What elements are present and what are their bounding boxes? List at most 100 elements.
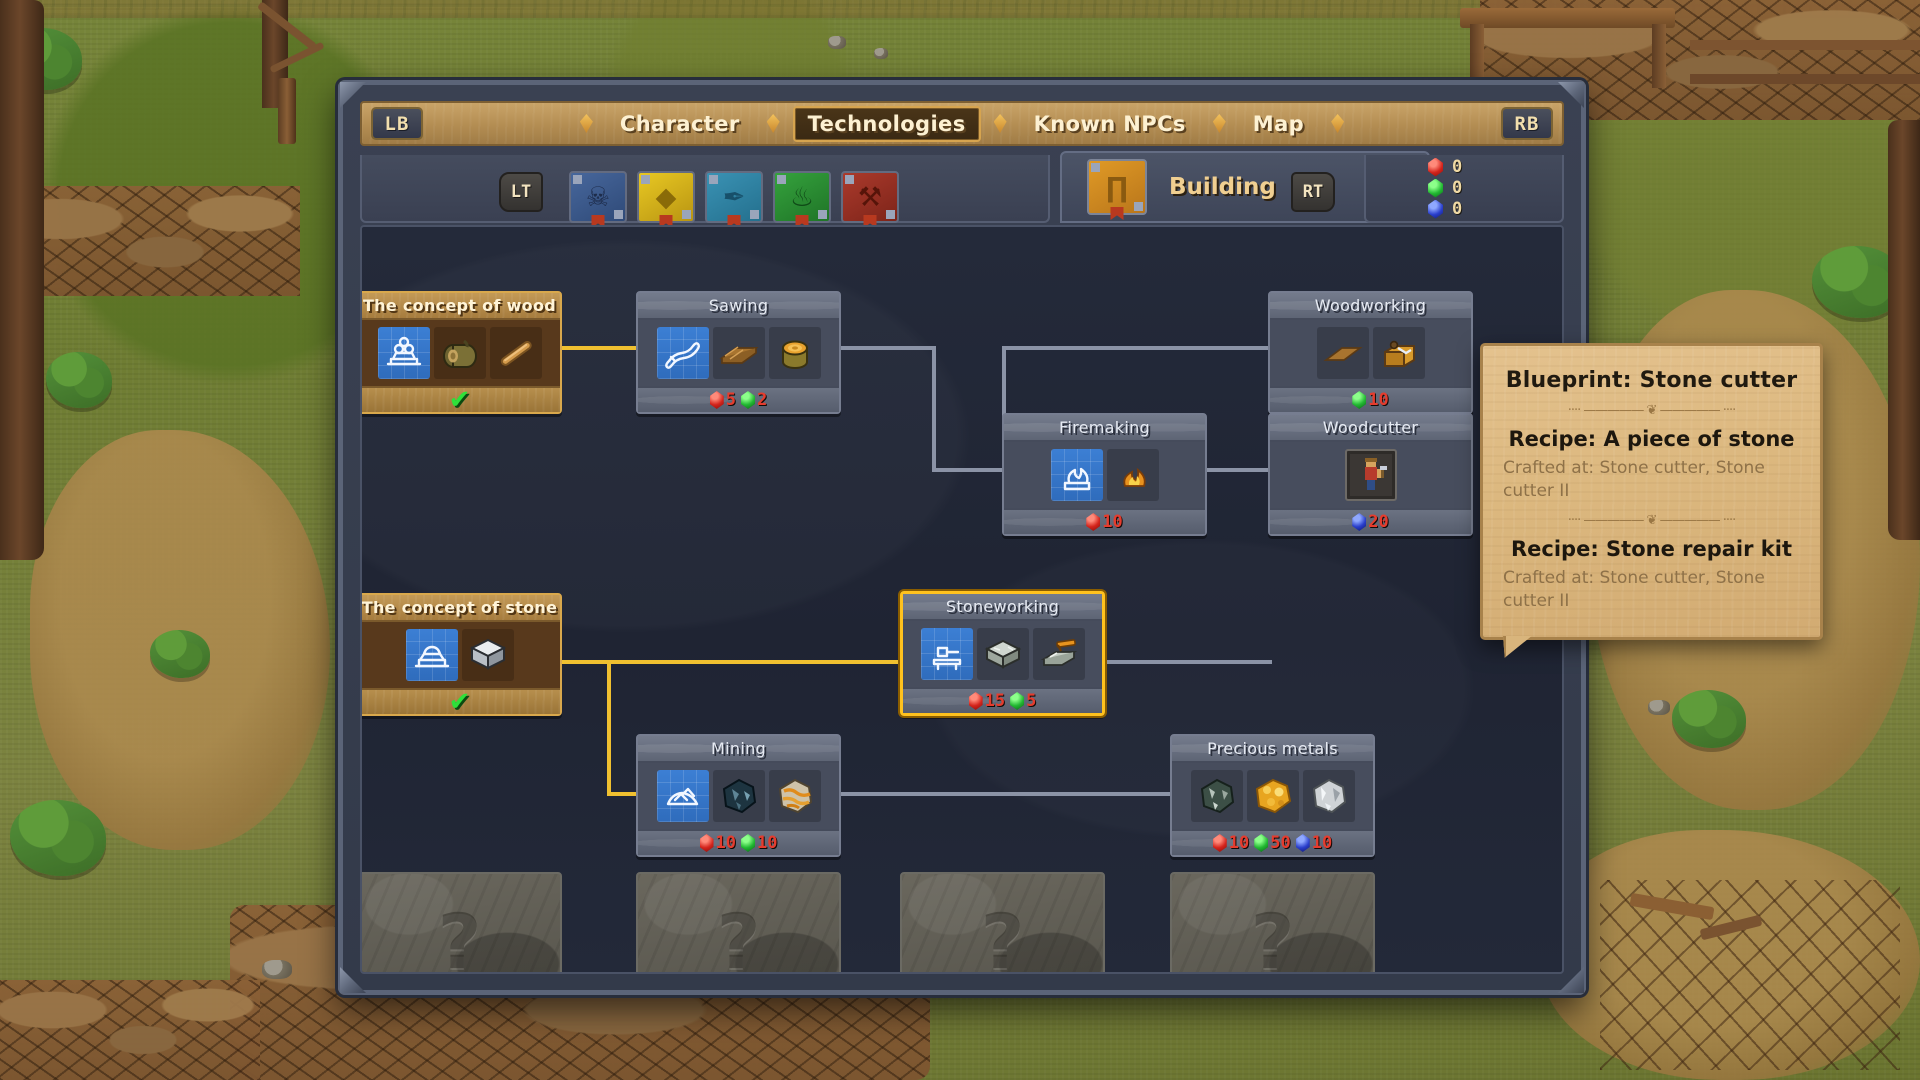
red-gem-count: 0 <box>1452 157 1463 177</box>
book-clip-tl <box>641 175 650 184</box>
building-book-icon: ∏ <box>1087 159 1147 220</box>
wooden-fence-rail <box>1690 40 1920 50</box>
tree-stump-svg <box>781 340 808 369</box>
tech-node-stoneworking[interactable]: Stoneworking 15 5 <box>900 591 1105 716</box>
tech-node-hidden-3[interactable]: ? <box>900 872 1105 972</box>
cost-green: 10 <box>741 833 777 853</box>
iron-ore-item-icon <box>1190 770 1243 822</box>
gem-row-green: 0 <box>1428 178 1562 198</box>
category-book-skull[interactable]: ☠ <box>569 171 627 228</box>
blue-gem-icon <box>1295 834 1310 852</box>
right-bumper-button[interactable]: RB <box>1501 107 1553 140</box>
tech-node-costs: 10 10 <box>638 829 839 855</box>
blue-gem-icon <box>1428 199 1443 219</box>
stone-block-item-icon <box>461 629 514 681</box>
book-clip-tl <box>1091 163 1100 172</box>
tech-node-woodworking[interactable]: Woodworking 10 <box>1268 291 1473 414</box>
tech-node-mining[interactable]: Mining 10 10 <box>636 734 841 857</box>
category-book-eye[interactable]: ◆ <box>637 171 695 228</box>
category-bar: LT ☠ ◆ ✒ ♨ ⚒ ∏ Building RT 0 0 0 <box>360 151 1564 228</box>
cost-value: 50 <box>1270 833 1291 853</box>
cost-value: 10 <box>1102 512 1123 532</box>
book-clip-br <box>682 210 691 219</box>
tech-node-firemaking[interactable]: Firemaking 10 <box>1002 413 1207 536</box>
cost-value: 10 <box>1368 390 1389 410</box>
link-sawing-vert <box>932 346 936 472</box>
tooltip-recipe-2: Recipe: Stone repair kit <box>1510 536 1792 561</box>
left-bumper-button[interactable]: LB <box>371 107 423 140</box>
wooden-structure-post-left <box>1470 24 1484 88</box>
tooltip-crafted-at-2: Crafted at: Stone cutter, Stone cutter I… <box>1503 567 1765 611</box>
tech-node-woodcutter[interactable]: Woodcutter 20 <box>1268 413 1473 536</box>
tech-node-hidden-2[interactable]: ? <box>636 872 841 974</box>
question-mark-icon: ? <box>716 897 761 974</box>
tech-node-hidden-1[interactable]: ? <box>362 872 562 972</box>
tooltip-crafted-at-1: Crafted at: Stone cutter, Stone cutter I… <box>1503 458 1765 501</box>
cost-red: 5 <box>709 390 736 410</box>
tech-node-costs: 20 <box>1270 508 1471 534</box>
cost-green: 10 <box>1352 390 1389 410</box>
blueprint-plank-icon <box>1316 327 1369 379</box>
wooden-structure-roof <box>1460 8 1675 28</box>
gem-row-red: 0 <box>1428 157 1562 177</box>
category-book-feather[interactable]: ✒ <box>705 171 763 228</box>
tech-node-title: The concept of stone <box>362 595 560 622</box>
cost-value: 5 <box>1026 691 1037 711</box>
blueprint-anvil-icon <box>920 628 973 680</box>
bush-right-mid <box>1672 690 1746 748</box>
log-item-icon <box>433 327 486 379</box>
link-mining-to-precious <box>832 792 1132 796</box>
selected-category-label: Building <box>1169 174 1276 200</box>
tech-node-title: Precious metals <box>1172 736 1373 763</box>
cost-green: 2 <box>741 390 767 410</box>
wooden-fence-rail-2 <box>1690 74 1920 84</box>
stone-block-svg <box>469 638 506 670</box>
tech-node-title: Stoneworking <box>903 594 1102 621</box>
category-book-plant[interactable]: ♨ <box>773 171 831 228</box>
tech-node-precious-metals[interactable]: Precious metals 10 50 10 <box>1170 734 1375 857</box>
category-book-anvil[interactable]: ⚒ <box>841 171 899 228</box>
red-gem-icon <box>699 834 714 852</box>
silver-ore-item-icon <box>1302 770 1355 822</box>
book-clip-br <box>750 210 759 219</box>
wooden-stick-svg <box>500 340 532 366</box>
bush-bottom-mid <box>150 630 210 678</box>
tech-node-items <box>1172 763 1373 829</box>
tech-node-hidden-4[interactable]: ? <box>1170 872 1375 972</box>
top-navigation-bar: LB Character Technologies Known NPCs Map… <box>360 101 1564 146</box>
tech-node-concept-of-stone[interactable]: The concept of stone ✔ <box>362 593 562 716</box>
pebble-a <box>828 36 846 49</box>
wooden-stick-item-icon <box>489 327 542 379</box>
green-gem-icon <box>1254 834 1269 852</box>
red-gem-icon <box>709 391 724 409</box>
link-sawing-right <box>832 346 936 350</box>
bush-bottom-left <box>10 800 106 876</box>
cost-value: 15 <box>984 691 1006 711</box>
green-gem-icon <box>741 391 755 409</box>
blueprint-ore-pile-icon <box>656 770 709 822</box>
nav-tab-map[interactable]: Map <box>1239 107 1318 141</box>
book-clip-br <box>614 210 623 219</box>
nav-diamond-icon-1 <box>766 114 780 133</box>
tech-node-sawing[interactable]: Sawing 5 2 <box>636 291 841 414</box>
tech-node-title: Firemaking <box>1004 415 1205 442</box>
link-sawing-to-firemaking <box>932 468 1006 472</box>
nav-tab-character[interactable]: Character <box>606 107 754 141</box>
tree-trunk-left <box>0 0 44 560</box>
nav-diamond-icon-2 <box>993 114 1007 133</box>
tech-node-title: Mining <box>638 736 839 763</box>
gem-currency-tray: 0 0 0 <box>1364 155 1564 223</box>
right-trigger-button[interactable]: RT <box>1291 172 1335 212</box>
cost-value: 10 <box>715 833 736 853</box>
nav-tab-technologies[interactable]: Technologies <box>792 105 981 142</box>
blueprint-saw-icon <box>656 327 709 379</box>
tech-node-concept-of-wood[interactable]: The concept of wood ✔ <box>362 291 562 414</box>
cost-green: 50 <box>1254 833 1291 853</box>
book-clip-tl <box>777 175 786 184</box>
left-trigger-button[interactable]: LT <box>499 172 543 212</box>
cobblestone-bottom-2 <box>0 980 260 1080</box>
tech-node-costs: 15 5 <box>903 687 1102 713</box>
nav-tab-known-npcs[interactable]: Known NPCs <box>1020 107 1200 141</box>
tree-trunk-right <box>1888 120 1920 540</box>
pebble-b <box>874 48 888 59</box>
